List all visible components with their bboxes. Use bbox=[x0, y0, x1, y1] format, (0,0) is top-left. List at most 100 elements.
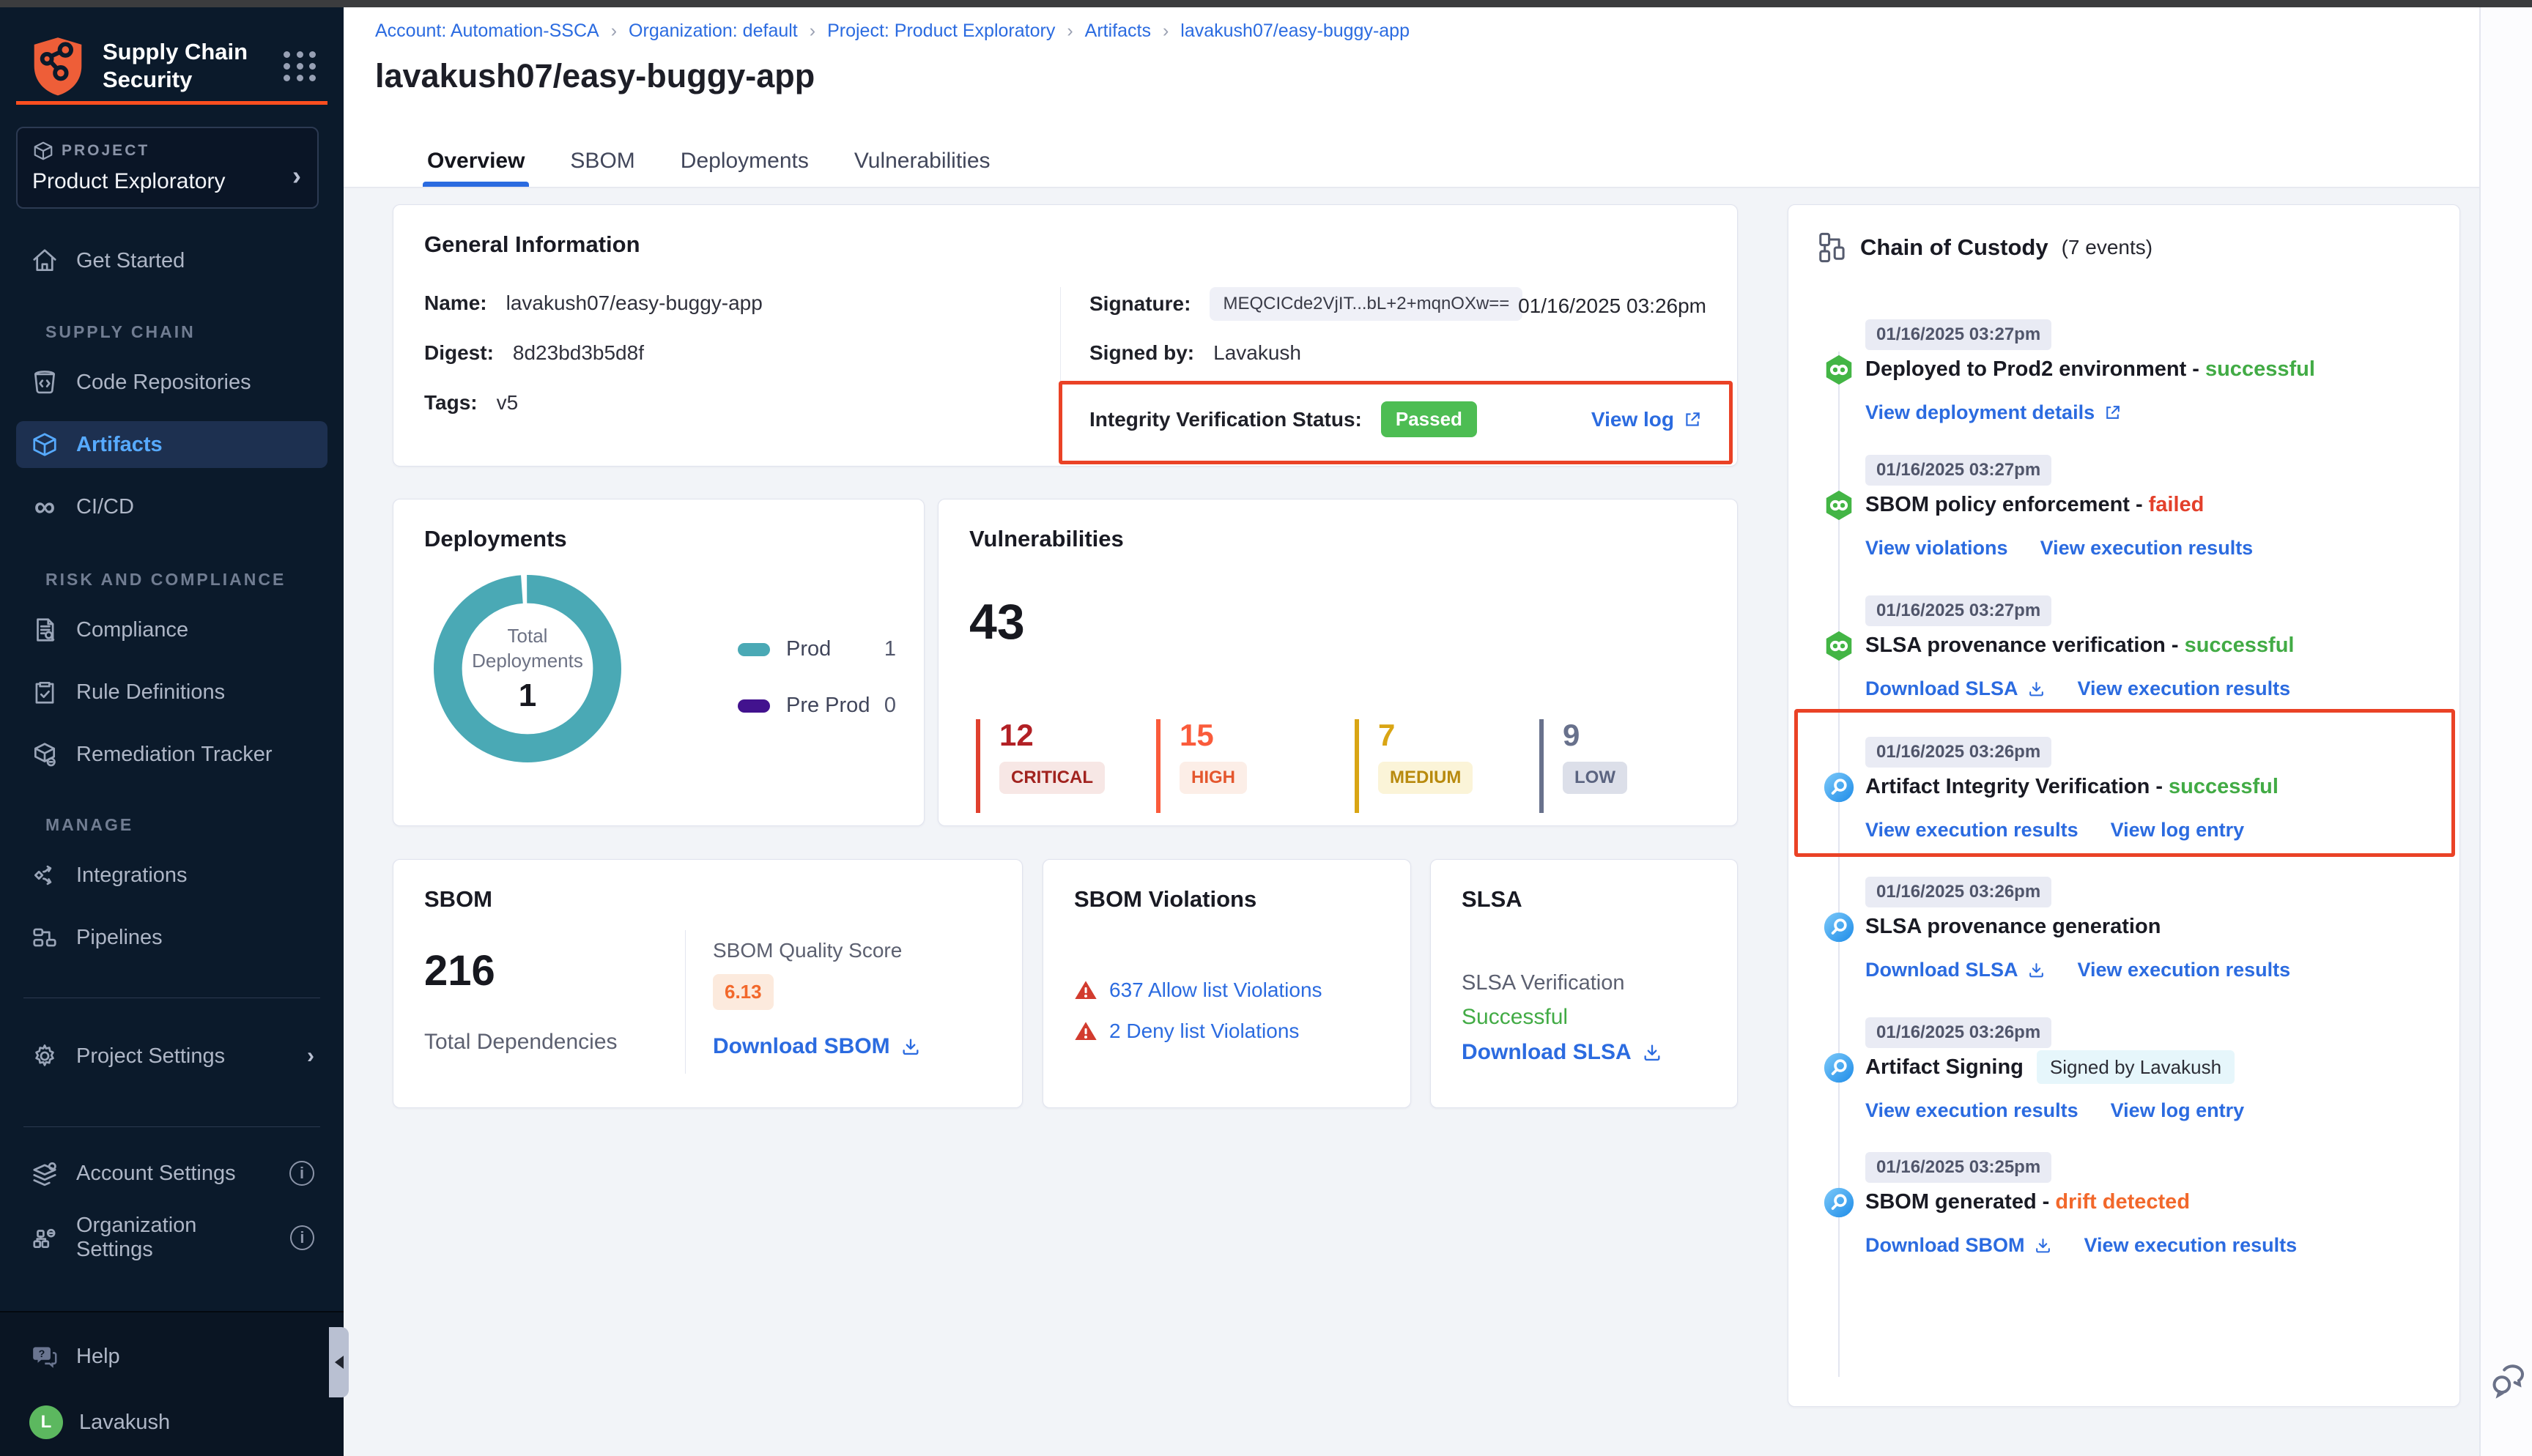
download-slsa-link[interactable]: Download SLSA bbox=[1865, 677, 2046, 700]
tab-vulnerabilities[interactable]: Vulnerabilities bbox=[854, 135, 991, 187]
infinity-icon: ∞ bbox=[29, 491, 60, 522]
sbom-quality-score-badge: 6.13 bbox=[713, 974, 774, 1010]
ssca-scan-icon bbox=[1822, 1186, 1856, 1219]
sidebar-item-pipelines[interactable]: Pipelines bbox=[16, 914, 327, 961]
slsa-card: SLSA SLSA Verification Successful Downlo… bbox=[1430, 859, 1738, 1108]
tab-overview[interactable]: Overview bbox=[427, 135, 525, 187]
remediation-box-icon bbox=[29, 739, 60, 770]
tab-deployments[interactable]: Deployments bbox=[681, 135, 809, 187]
help-chat-icon: ? bbox=[29, 1341, 60, 1372]
download-sbom-link[interactable]: Download SBOM bbox=[1865, 1234, 2052, 1257]
sidebar-item-project-settings[interactable]: Project Settings › bbox=[16, 1033, 327, 1080]
prod-swatch bbox=[738, 643, 770, 656]
severity-high: 15 HIGH bbox=[1156, 719, 1247, 813]
warning-icon bbox=[1074, 1019, 1097, 1043]
digest-value: 8d23bd3b5d8f bbox=[513, 341, 644, 365]
legend-item-prod: Prod 1 bbox=[738, 637, 896, 661]
sidebar-item-rule-definitions[interactable]: Rule Definitions bbox=[16, 669, 327, 716]
breadcrumb-account[interactable]: Account: Automation-SSCA bbox=[375, 21, 599, 42]
event-timestamp: 01/16/2025 03:27pm bbox=[1865, 455, 2051, 486]
sidebar-item-label: Remediation Tracker bbox=[76, 743, 273, 767]
org-chart-gear-icon bbox=[29, 1222, 60, 1253]
card-title: General Information bbox=[424, 231, 1706, 258]
breadcrumb-project[interactable]: Project: Product Exploratory bbox=[827, 21, 1055, 42]
user-menu[interactable]: L Lavakush bbox=[16, 1399, 327, 1446]
slsa-verification-label: SLSA Verification bbox=[1462, 971, 1624, 995]
breadcrumb-organization[interactable]: Organization: default bbox=[629, 21, 798, 42]
card-title: SBOM bbox=[424, 886, 991, 913]
resource-center-chat-icon[interactable] bbox=[2490, 1361, 2529, 1400]
sidebar-item-code-repositories[interactable]: Code Repositories bbox=[16, 359, 327, 406]
sidebar-item-get-started[interactable]: Get Started bbox=[16, 237, 327, 284]
event-timestamp: 01/16/2025 03:26pm bbox=[1865, 737, 2051, 768]
signature-label: Signature: bbox=[1089, 292, 1191, 316]
sidebar-item-help[interactable]: ? Help bbox=[16, 1333, 327, 1380]
sidebar-item-cicd[interactable]: ∞ CI/CD bbox=[16, 483, 327, 530]
user-name: Lavakush bbox=[79, 1411, 170, 1435]
sbom-total-label: Total Dependencies bbox=[424, 1030, 618, 1055]
sidebar-item-organization-settings[interactable]: Organization Settings i bbox=[16, 1214, 327, 1261]
harness-cd-icon bbox=[1822, 489, 1856, 522]
download-icon bbox=[2034, 1236, 2052, 1255]
event-status: failed bbox=[2149, 493, 2205, 516]
download-icon bbox=[900, 1036, 921, 1057]
donut-center-label: Total Deployments bbox=[472, 623, 583, 673]
chevron-right-icon: › bbox=[307, 1044, 314, 1069]
app-header: Supply Chain Security bbox=[0, 35, 344, 97]
view-execution-results-link[interactable]: View execution results bbox=[2040, 537, 2254, 560]
severity-medium: 7 MEDIUM bbox=[1355, 719, 1473, 813]
breadcrumb: Account: Automation-SSCA› Organization: … bbox=[375, 21, 1410, 42]
info-icon: i bbox=[290, 1225, 314, 1250]
artifacts-cube-icon bbox=[29, 429, 60, 460]
download-slsa-link[interactable]: Download SLSA bbox=[1865, 959, 2046, 981]
signature-value[interactable]: MEQCICde2VjIT...bL+2+mqnOXw== bbox=[1210, 287, 1522, 321]
view-log-link[interactable]: View log bbox=[1591, 408, 1702, 431]
page-header: Account: Automation-SSCA› Organization: … bbox=[344, 7, 2479, 188]
ssca-scan-icon bbox=[1822, 770, 1856, 804]
download-slsa-link[interactable]: Download SLSA bbox=[1462, 1040, 1662, 1065]
view-execution-results-link[interactable]: View execution results bbox=[2078, 959, 2291, 981]
sidebar-collapse-handle[interactable] bbox=[329, 1327, 349, 1397]
project-eyebrow-label: PROJECT bbox=[62, 142, 149, 160]
view-execution-results-link[interactable]: View execution results bbox=[1865, 819, 2078, 842]
harness-cd-icon bbox=[1822, 353, 1856, 387]
breadcrumb-artifacts[interactable]: Artifacts bbox=[1085, 21, 1151, 42]
status-badge-passed: Passed bbox=[1381, 401, 1477, 437]
breadcrumb-current[interactable]: lavakush07/easy-buggy-app bbox=[1180, 21, 1410, 42]
tab-sbom[interactable]: SBOM bbox=[570, 135, 634, 187]
harness-cd-icon bbox=[1822, 629, 1856, 663]
project-selector[interactable]: PROJECT Product Exploratory › bbox=[16, 127, 319, 209]
view-log-entry-link[interactable]: View log entry bbox=[2111, 819, 2245, 842]
project-name: Product Exploratory bbox=[32, 169, 303, 194]
card-title: SLSA bbox=[1462, 886, 1706, 913]
view-execution-results-link[interactable]: View execution results bbox=[2078, 677, 2291, 700]
event-timestamp: 01/16/2025 03:25pm bbox=[1865, 1152, 2051, 1183]
legend-item-preprod: Pre Prod 0 bbox=[738, 694, 896, 718]
general-information-card: General Information Name:lavakush07/easy… bbox=[393, 204, 1738, 467]
sidebar-item-integrations[interactable]: Integrations bbox=[16, 852, 327, 899]
right-gutter bbox=[2479, 7, 2532, 1456]
deny-list-violations-link[interactable]: 2 Deny list Violations bbox=[1109, 1019, 1299, 1043]
event-title: Deployed to Prod2 environment-successful bbox=[1865, 357, 2315, 382]
vulnerabilities-card: Vulnerabilities 43 12 CRITICAL 15 HIGH 7… bbox=[938, 499, 1738, 826]
card-title: Vulnerabilities bbox=[969, 526, 1706, 552]
ssca-scan-icon bbox=[1822, 1051, 1856, 1085]
view-violations-link[interactable]: View violations bbox=[1865, 537, 2008, 560]
sidebar-item-artifacts[interactable]: Artifacts bbox=[16, 421, 327, 468]
sidebar-item-remediation-tracker[interactable]: Remediation Tracker bbox=[16, 731, 327, 778]
sidebar-item-label: Account Settings bbox=[76, 1162, 236, 1186]
sidebar-item-compliance[interactable]: Compliance bbox=[16, 606, 327, 653]
sidebar-divider bbox=[23, 1126, 320, 1127]
view-execution-results-link[interactable]: View execution results bbox=[2084, 1234, 2298, 1257]
allow-list-violations-link[interactable]: 637 Allow list Violations bbox=[1109, 978, 1322, 1002]
module-grid-icon[interactable] bbox=[284, 51, 317, 81]
view-log-entry-link[interactable]: View log entry bbox=[2111, 1099, 2245, 1122]
digest-label: Digest: bbox=[424, 341, 494, 365]
sidebar-item-account-settings[interactable]: Account Settings i bbox=[16, 1150, 327, 1197]
column-divider bbox=[685, 930, 686, 1074]
event-timestamp: 01/16/2025 03:27pm bbox=[1865, 595, 2051, 626]
view-deployment-details-link[interactable]: View deployment details bbox=[1865, 401, 2122, 424]
view-execution-results-link[interactable]: View execution results bbox=[1865, 1099, 2078, 1122]
download-sbom-link[interactable]: Download SBOM bbox=[713, 1034, 921, 1059]
sidebar-item-label: Project Settings bbox=[76, 1044, 225, 1069]
